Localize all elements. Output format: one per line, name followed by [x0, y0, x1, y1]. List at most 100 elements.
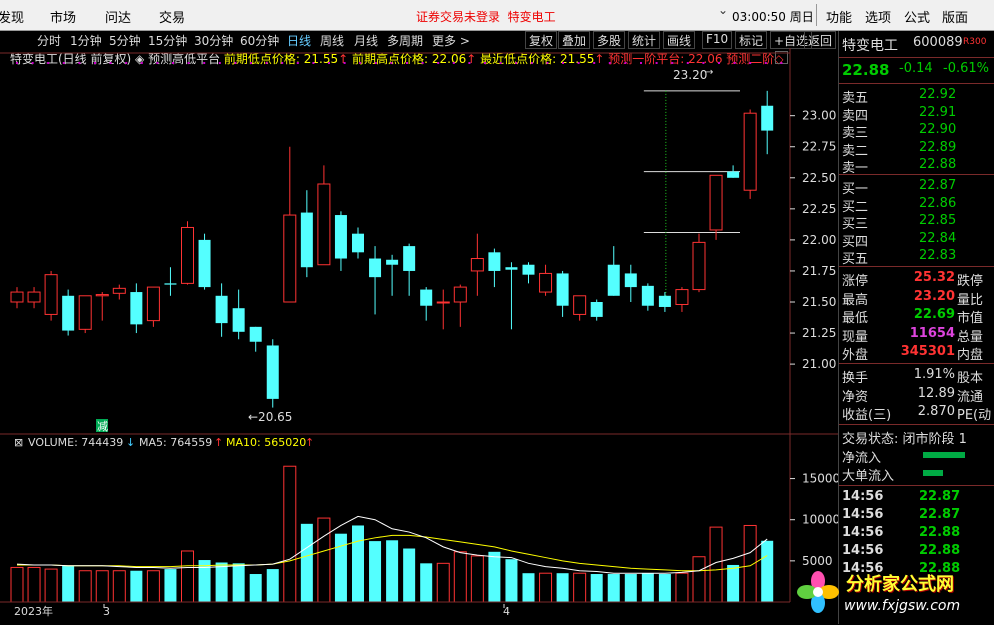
volume-bar — [317, 517, 331, 603]
bid-row[interactable]: 买二 22.86 — [839, 196, 994, 215]
volume-collapse-icon[interactable]: ⊠ — [14, 436, 23, 449]
dot-marker — [218, 62, 221, 64]
stat-row: 现量 11654 总量 — [842, 325, 984, 345]
arrow-up-icon: ↑ — [305, 436, 314, 449]
clock: 03:00:50 周日 — [732, 10, 814, 24]
volume-bar — [556, 573, 569, 602]
window-dropdown-icon[interactable]: ⌄ — [718, 3, 728, 17]
dot-marker — [499, 62, 502, 64]
period-tab-1min[interactable]: 1分钟 — [70, 32, 102, 49]
period-tab-60min[interactable]: 60分钟 — [240, 32, 279, 49]
volume-bar — [436, 562, 450, 603]
menu-trade[interactable]: 交易 — [159, 7, 185, 26]
menu-layout[interactable]: 版面 — [942, 7, 968, 26]
stats-button[interactable]: 统计 — [628, 31, 661, 49]
bid-row[interactable]: 买一 22.87 — [839, 178, 994, 197]
tick-row: 14:56 22.88 — [842, 525, 961, 540]
back-button[interactable]: 返回 — [804, 31, 837, 49]
price-change-pct: -0.61% — [943, 61, 989, 76]
volume-bar — [78, 570, 92, 603]
multi-stock-button[interactable]: 多股 — [593, 31, 626, 49]
draw-line-button[interactable]: 画线 — [663, 31, 696, 49]
volume-bar — [249, 574, 262, 602]
divider — [839, 174, 994, 175]
period-tab-weekly[interactable]: 周线 — [320, 32, 344, 49]
divider — [839, 266, 994, 267]
period-tab-timeshare[interactable]: 分时 — [37, 32, 61, 49]
v-tick-label: 15000 — [802, 472, 838, 486]
dot-marker — [593, 62, 596, 64]
y-tick-label: 21.50 — [802, 295, 836, 309]
menu-wenda[interactable]: 问达 — [105, 7, 131, 26]
period-tab-daily[interactable]: 日线 — [287, 32, 311, 49]
dot-marker — [109, 62, 112, 64]
bid-row[interactable]: 买四 22.84 — [839, 231, 994, 250]
ask-row[interactable]: 卖一 22.88 — [839, 157, 994, 176]
ask-row[interactable]: 卖二 22.89 — [839, 140, 994, 159]
period-tab-monthly[interactable]: 月线 — [354, 32, 378, 49]
big-order-row: 大单流入 — [839, 465, 994, 484]
period-tab-5min[interactable]: 5分钟 — [109, 32, 141, 49]
candle-body — [78, 295, 92, 330]
overlay-button[interactable]: 叠加 — [558, 31, 591, 49]
dot-marker — [281, 62, 284, 64]
candle-body — [386, 259, 399, 265]
dot-marker — [16, 62, 18, 64]
login-notice[interactable]: 证券交易未登录 特变电工 — [416, 8, 556, 25]
menu-options[interactable]: 选项 — [865, 7, 891, 26]
menu-discover[interactable]: 发现 — [0, 7, 24, 26]
dot-marker — [686, 62, 689, 64]
candle-body — [403, 246, 416, 271]
bid-row[interactable]: 买三 22.85 — [839, 213, 994, 232]
candle-body — [369, 258, 382, 278]
dot-marker — [296, 62, 299, 64]
price-chart[interactable]: 23.00 22.75 22.50 22.25 22.00 21.75 21.50 21.25… — [0, 48, 838, 624]
volume-bar — [266, 569, 279, 602]
price-change: -0.14 — [899, 61, 933, 76]
candle-body — [112, 287, 126, 294]
current-price: 22.88 — [842, 61, 890, 79]
volume-bar — [658, 574, 671, 602]
candle-body — [453, 286, 467, 303]
dot-marker — [655, 62, 658, 64]
volume-bar — [470, 555, 484, 603]
period-tab-30min[interactable]: 30分钟 — [194, 32, 233, 49]
bid-row[interactable]: 买五 22.83 — [839, 248, 994, 267]
mark-button[interactable]: 标记 — [735, 31, 768, 49]
menu-formula[interactable]: 公式 — [904, 7, 930, 26]
dot-marker — [125, 62, 128, 64]
period-tab-15min[interactable]: 15分钟 — [148, 32, 187, 49]
candle-body — [95, 294, 109, 297]
volume-bar — [453, 551, 467, 603]
dot-marker — [484, 62, 486, 64]
menu-market[interactable]: 市场 — [50, 7, 76, 26]
volume-bar — [95, 570, 109, 603]
adjust-button[interactable]: 复权 — [525, 31, 558, 49]
volume-ma10: MA10: 565020 — [226, 436, 306, 449]
candle-body — [505, 267, 518, 270]
period-tab-multi[interactable]: 多周期 — [387, 32, 423, 49]
stock-code: 600089 — [913, 35, 963, 50]
stat-row: 涨停 25.32 跌停 — [842, 270, 984, 289]
watermark-title: 分析家公式网 — [846, 574, 954, 595]
dot-marker — [452, 62, 455, 64]
price-row: 22.88 -0.14 -0.61% — [839, 61, 994, 79]
candle-body — [624, 273, 637, 288]
volume-bar — [607, 574, 620, 602]
volume-bar — [573, 572, 587, 603]
dot-marker — [265, 62, 268, 64]
ask-row[interactable]: 卖三 22.90 — [839, 122, 994, 141]
dot-marker — [671, 62, 674, 64]
volume-bar — [44, 568, 58, 603]
period-tab-more[interactable]: 更多 > — [432, 32, 470, 49]
ask-row[interactable]: 卖四 22.91 — [839, 105, 994, 124]
volume-bar — [488, 551, 501, 602]
candle-body — [743, 112, 757, 191]
dot-marker — [468, 62, 471, 64]
dot-marker — [343, 62, 346, 64]
ask-row[interactable]: 卖五 22.92 — [839, 87, 994, 106]
f10-button[interactable]: F10 — [702, 31, 733, 49]
menu-function[interactable]: 功能 — [826, 7, 852, 26]
big-order-bar — [923, 470, 943, 476]
candle-body — [215, 295, 228, 324]
